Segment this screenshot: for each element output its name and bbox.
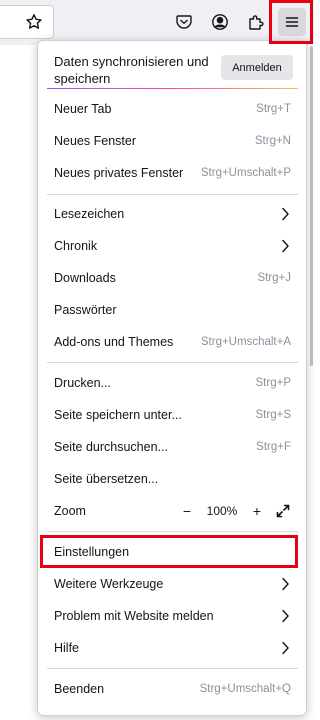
menu-item-find-in-page[interactable]: Seite durchsuchen... Strg+F: [38, 432, 306, 462]
menu-item-shortcut: Strg+F: [256, 441, 291, 453]
menu-item-label: Add-ons und Themes: [54, 335, 174, 349]
menu-separator: [47, 668, 298, 669]
menu-item-new-tab[interactable]: Neuer Tab Strg+T: [38, 94, 306, 124]
menu-item-label: Seite speichern unter...: [54, 408, 182, 422]
menu-item-label: Neuer Tab: [54, 102, 112, 116]
menu-item-label: Passwörter: [54, 303, 117, 317]
menu-separator: [47, 194, 298, 195]
menu-item-label: Neues privates Fenster: [54, 166, 184, 180]
menu-item-label: Seite durchsuchen...: [54, 440, 168, 454]
menu-separator: [47, 531, 298, 532]
hamburger-menu-icon[interactable]: [278, 8, 306, 36]
menu-item-label: Drucken...: [54, 376, 111, 390]
menu-item-bookmarks[interactable]: Lesezeichen: [38, 199, 306, 229]
menu-item-translate[interactable]: Seite übersetzen...: [38, 464, 306, 494]
account-icon[interactable]: [206, 8, 234, 36]
chevron-right-icon: [281, 207, 291, 221]
extensions-icon[interactable]: [242, 8, 270, 36]
menu-item-label: Beenden: [54, 682, 105, 696]
menu-item-save-page[interactable]: Seite speichern unter... Strg+S: [38, 400, 306, 430]
menu-item-shortcut: Strg+P: [255, 377, 291, 389]
menu-item-label: Downloads: [54, 271, 116, 285]
menu-item-print[interactable]: Drucken... Strg+P: [38, 368, 306, 398]
chevron-right-icon: [281, 609, 291, 623]
browser-toolbar: [0, 0, 314, 45]
menu-item-downloads[interactable]: Downloads Strg+J: [38, 263, 306, 293]
menu-item-shortcut: Strg+Umschalt+Q: [199, 683, 291, 695]
menu-item-private-window[interactable]: Neues privates Fenster Strg+Umschalt+P: [38, 158, 306, 188]
menu-item-label: Lesezeichen: [54, 207, 125, 221]
zoom-in-button[interactable]: +: [249, 503, 265, 519]
zoom-reset-button[interactable]: 100%: [205, 504, 239, 518]
menu-item-shortcut: Strg+S: [255, 409, 291, 421]
menu-item-quit[interactable]: Beenden Strg+Umschalt+Q: [38, 674, 306, 704]
menu-item-shortcut: Strg+T: [256, 103, 291, 115]
menu-item-label: Weitere Werkzeuge: [54, 577, 164, 591]
menu-item-label: Hilfe: [54, 641, 80, 655]
menu-item-settings[interactable]: Einstellungen: [38, 537, 306, 567]
chevron-right-icon: [281, 641, 291, 655]
star-icon[interactable]: [20, 8, 48, 36]
chevron-right-icon: [281, 577, 291, 591]
sync-prompt-text: Daten synchronisieren und speichern: [54, 54, 209, 86]
menu-separator: [47, 362, 298, 363]
menu-item-label: Einstellungen: [54, 545, 130, 559]
pocket-icon[interactable]: [170, 8, 198, 36]
menu-item-shortcut: Strg+J: [257, 272, 291, 284]
menu-item-new-window[interactable]: Neues Fenster Strg+N: [38, 126, 306, 156]
menu-item-history[interactable]: Chronik: [38, 231, 306, 261]
menu-item-label: Chronik: [54, 239, 98, 253]
menu-item-shortcut: Strg+Umschalt+P: [200, 167, 291, 179]
chevron-right-icon: [281, 239, 291, 253]
menu-item-addons[interactable]: Add-ons und Themes Strg+Umschalt+A: [38, 327, 306, 357]
accent-divider: [47, 88, 298, 89]
menu-item-label: Neues Fenster: [54, 134, 136, 148]
signin-button[interactable]: Anmelden: [221, 55, 293, 80]
menu-item-help[interactable]: Hilfe: [38, 633, 306, 663]
zoom-label: Zoom: [54, 504, 86, 518]
menu-item-shortcut: Strg+N: [254, 135, 291, 147]
menu-item-more-tools[interactable]: Weitere Werkzeuge: [38, 569, 306, 599]
page-scrollbar[interactable]: [310, 46, 313, 366]
menu-item-passwords[interactable]: Passwörter: [38, 295, 306, 325]
fullscreen-icon[interactable]: [275, 503, 291, 519]
menu-item-shortcut: Strg+Umschalt+A: [200, 336, 291, 348]
app-menu-panel: Daten synchronisieren und speichern Anme…: [37, 40, 307, 716]
zoom-controls: − 100% +: [179, 503, 291, 519]
menu-item-label: Problem mit Website melden: [54, 609, 214, 623]
menu-item-label: Seite übersetzen...: [54, 472, 159, 486]
menu-item-report-site[interactable]: Problem mit Website melden: [38, 601, 306, 631]
zoom-out-button[interactable]: −: [179, 503, 195, 519]
menu-item-zoom: Zoom − 100% +: [38, 496, 306, 526]
